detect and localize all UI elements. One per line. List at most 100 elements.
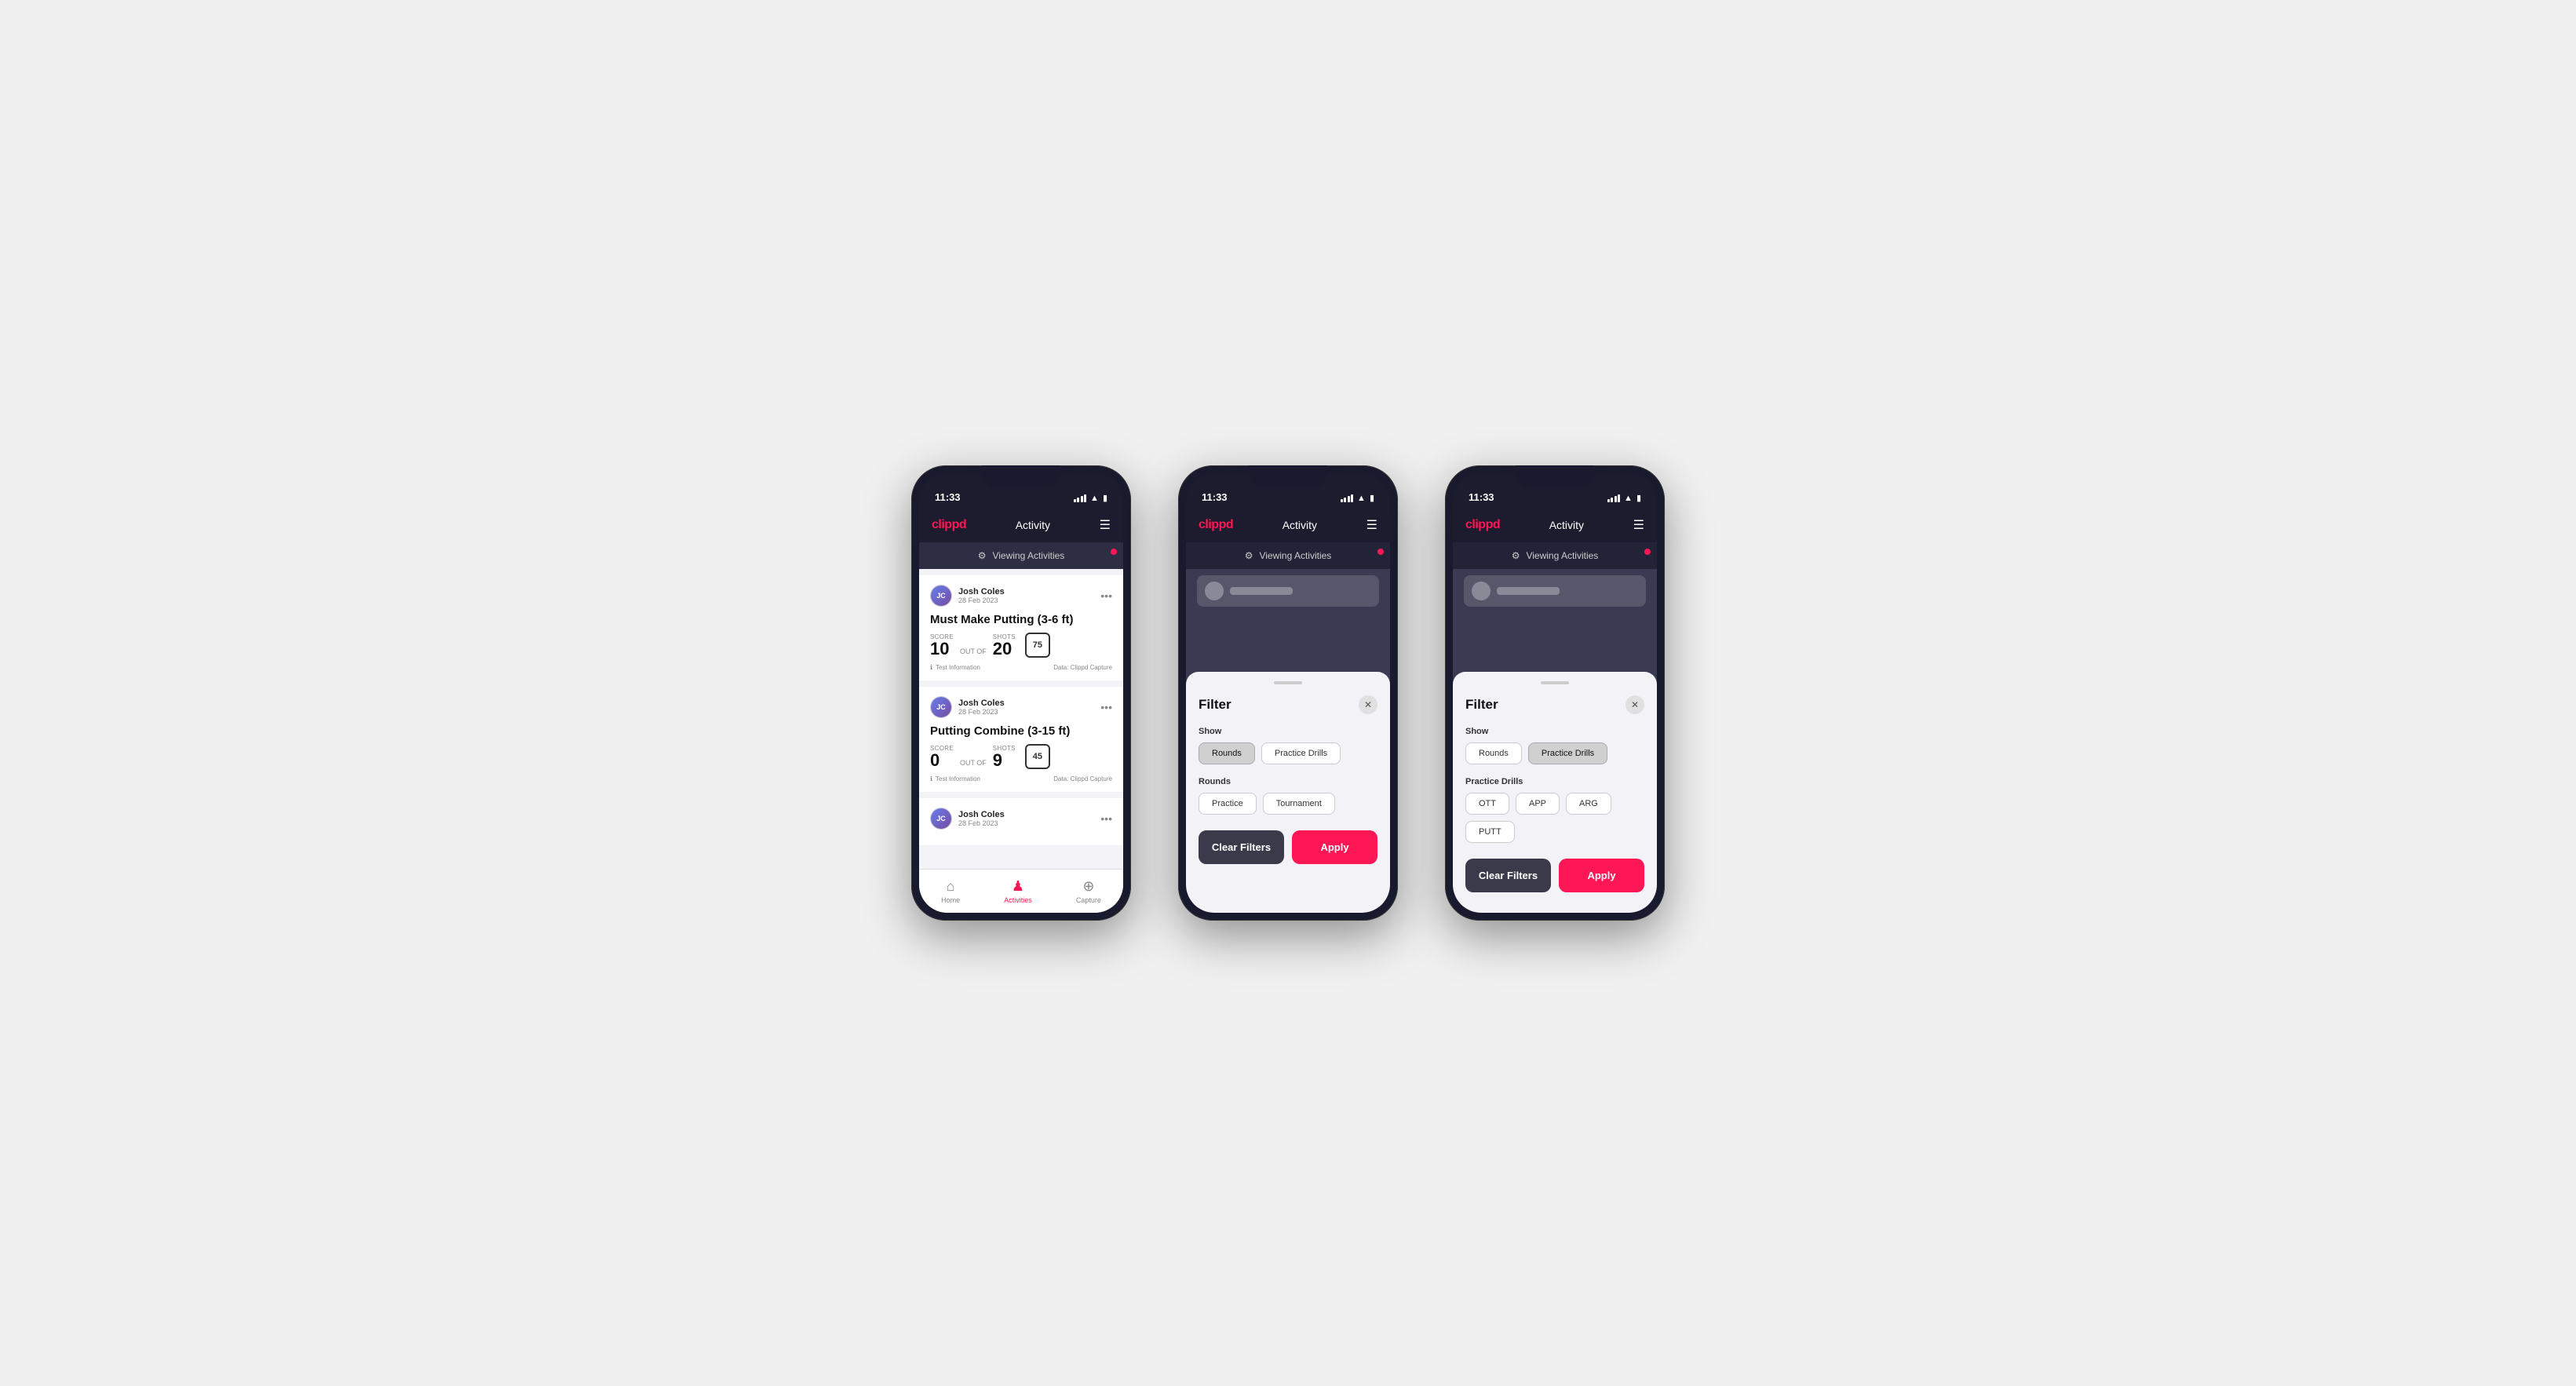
hamburger-icon-2[interactable]: ☰ (1366, 517, 1377, 533)
viewing-banner-1[interactable]: ⚙ Viewing Activities (919, 542, 1123, 569)
cards-container-1: JC Josh Coles 28 Feb 2023 ••• Must Make … (919, 569, 1123, 869)
rounds-label-2: Rounds (1199, 777, 1377, 786)
wifi-icon-2: ▲ (1357, 494, 1366, 503)
logo-1: clippd (932, 518, 966, 532)
data-source-1: Data: Clippd Capture (1053, 664, 1112, 671)
signal-bar-3 (1081, 496, 1083, 502)
screen-content-2: ⚙ Viewing Activities Filt (1186, 542, 1390, 913)
info-icon-2: ℹ (930, 775, 932, 782)
practice-round-pill-2[interactable]: Practice (1199, 793, 1257, 815)
avatar-1: JC (930, 585, 952, 607)
practice-pills-3: OTT APP ARG PUTT (1465, 793, 1644, 843)
nav-capture-1[interactable]: ⊕ Capture (1076, 878, 1101, 904)
data-source-2: Data: Clippd Capture (1053, 775, 1112, 782)
user-name-3: Josh Coles (958, 810, 1005, 819)
filter-show-section-2: Show Rounds Practice Drills (1199, 727, 1377, 764)
wifi-icon-1: ▲ (1090, 494, 1099, 503)
more-icon-2[interactable]: ••• (1100, 701, 1112, 713)
card-header-2: JC Josh Coles 28 Feb 2023 ••• (930, 696, 1112, 718)
apply-btn-2[interactable]: Apply (1292, 830, 1377, 864)
shot-quality-value-2: 45 (1033, 752, 1042, 761)
notch-2 (1249, 465, 1327, 487)
status-icons-3: ▲ ▮ (1607, 493, 1641, 503)
sb2 (1344, 498, 1346, 502)
screen-content-1: ⚙ Viewing Activities JC (919, 542, 1123, 913)
clear-filters-btn-3[interactable]: Clear Filters (1465, 859, 1551, 892)
tournament-pill-2[interactable]: Tournament (1263, 793, 1335, 815)
modal-header-2: Filter ✕ (1199, 695, 1377, 714)
notification-dot-3 (1644, 549, 1651, 555)
user-info-2: Josh Coles 28 Feb 2023 (958, 698, 1005, 716)
bottom-nav-1: ⌂ Home ♟ Activities ⊕ Capture (919, 869, 1123, 913)
phone-2: 11:33 ▲ ▮ clippd Activity ☰ (1178, 465, 1398, 921)
filter-practice-section-3: Practice Drills OTT APP ARG (1465, 777, 1644, 843)
card-user-3: JC Josh Coles 28 Feb 2023 (930, 808, 1005, 830)
practice-drills-pill-3[interactable]: Practice Drills (1528, 742, 1607, 764)
app-pill-3[interactable]: APP (1516, 793, 1560, 815)
scene: 11:33 ▲ ▮ clippd Activity ☰ (880, 434, 1696, 952)
test-info-2: ℹ Test Information (930, 775, 980, 782)
filter-modal-3: Filter ✕ Show Rounds Practice Drills (1453, 672, 1657, 913)
filter-show-section-3: Show Rounds Practice Drills (1465, 727, 1644, 764)
card-header-3: JC Josh Coles 28 Feb 2023 ••• (930, 808, 1112, 830)
ott-pill-3[interactable]: OTT (1465, 793, 1509, 815)
modal-handle-2 (1274, 681, 1302, 684)
clear-filters-btn-2[interactable]: Clear Filters (1199, 830, 1284, 864)
signal-bar-4 (1084, 494, 1086, 502)
hamburger-icon-1[interactable]: ☰ (1100, 517, 1111, 533)
more-icon-1[interactable]: ••• (1100, 589, 1112, 602)
sb3-3 (1615, 496, 1617, 502)
sb2-3 (1611, 498, 1613, 502)
modal-header-3: Filter ✕ (1465, 695, 1644, 714)
signal-bars-2 (1341, 494, 1354, 502)
sb3 (1348, 496, 1350, 502)
user-name-1: Josh Coles (958, 587, 1005, 596)
practice-drills-pill-2[interactable]: Practice Drills (1261, 742, 1341, 764)
practice-drills-label-3: Practice Drills (1465, 777, 1644, 786)
sb1-3 (1607, 499, 1610, 502)
status-time-2: 11:33 (1202, 491, 1228, 503)
avatar-2: JC (930, 696, 952, 718)
activities-icon-1: ♟ (1012, 878, 1024, 895)
apply-btn-3[interactable]: Apply (1559, 859, 1644, 892)
screen-content-3: ⚙ Viewing Activities Filt (1453, 542, 1657, 913)
putt-pill-3[interactable]: PUTT (1465, 821, 1515, 843)
close-btn-2[interactable]: ✕ (1359, 695, 1377, 714)
filter-icon-1: ⚙ (978, 550, 987, 561)
top-nav-1: clippd Activity ☰ (919, 508, 1123, 542)
phone-1: 11:33 ▲ ▮ clippd Activity ☰ (911, 465, 1131, 921)
modal-handle-3 (1541, 681, 1569, 684)
viewing-banner-text-3: Viewing Activities (1526, 550, 1598, 561)
filter-icon-2: ⚙ (1245, 550, 1253, 561)
out-of-1: OUT OF (960, 647, 987, 655)
rounds-pill-2[interactable]: Rounds (1199, 742, 1255, 764)
nav-activities-1[interactable]: ♟ Activities (1004, 878, 1032, 904)
rounds-pill-3[interactable]: Rounds (1465, 742, 1522, 764)
viewing-banner-text-2: Viewing Activities (1259, 550, 1331, 561)
battery-icon-2: ▮ (1370, 493, 1374, 503)
sb4 (1351, 494, 1353, 502)
viewing-banner-text-1: Viewing Activities (992, 550, 1064, 561)
status-icons-2: ▲ ▮ (1341, 493, 1374, 503)
nav-title-3: Activity (1549, 519, 1584, 531)
notch-3 (1516, 465, 1594, 487)
phone-3: 11:33 ▲ ▮ clippd Activity ☰ (1445, 465, 1665, 921)
close-btn-3[interactable]: ✕ (1626, 695, 1644, 714)
nav-title-2: Activity (1283, 519, 1317, 531)
user-info-1: Josh Coles 28 Feb 2023 (958, 587, 1005, 604)
sb4-3 (1618, 494, 1620, 502)
nav-home-1[interactable]: ⌂ Home (941, 878, 960, 904)
shot-quality-badge-2: 45 (1025, 744, 1050, 769)
arg-pill-3[interactable]: ARG (1566, 793, 1611, 815)
hamburger-icon-3[interactable]: ☰ (1633, 517, 1644, 533)
battery-icon-3: ▮ (1636, 493, 1641, 503)
more-icon-3[interactable]: ••• (1100, 812, 1112, 825)
card-footer-2: ℹ Test Information Data: Clippd Capture (930, 775, 1112, 782)
test-info-1: ℹ Test Information (930, 664, 980, 671)
user-date-1: 28 Feb 2023 (958, 596, 1005, 604)
rounds-pills-2: Practice Tournament (1199, 793, 1377, 815)
shot-quality-value-1: 75 (1033, 640, 1042, 650)
out-of-2: OUT OF (960, 759, 987, 767)
phone-2-inner: 11:33 ▲ ▮ clippd Activity ☰ (1186, 473, 1390, 913)
activity-card-1: JC Josh Coles 28 Feb 2023 ••• Must Make … (919, 575, 1123, 680)
